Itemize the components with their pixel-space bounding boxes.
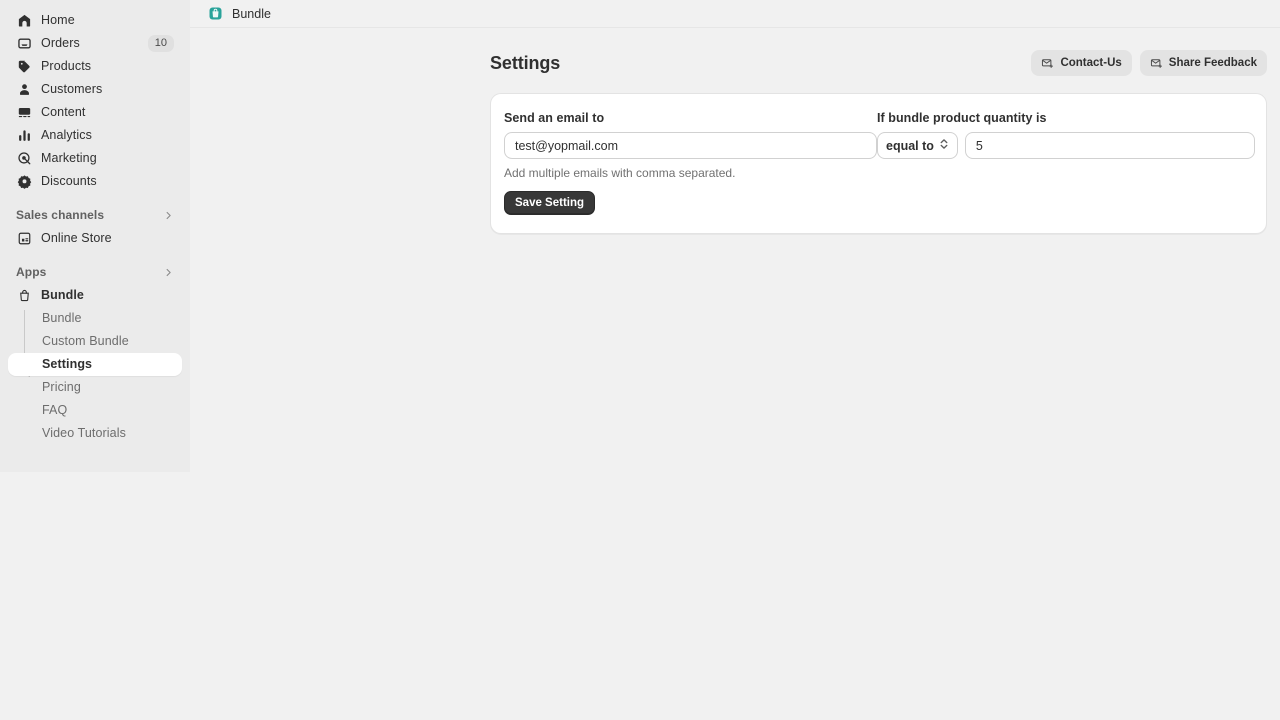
sidebar-subitem-label: Video Tutorials <box>42 426 126 441</box>
sidebar-subitem-pricing[interactable]: Pricing <box>8 376 182 399</box>
topbar: Bundle <box>190 0 1280 28</box>
store-icon <box>16 231 32 247</box>
sidebar-subitem-bundle[interactable]: Bundle <box>8 307 182 330</box>
sidebar-item-marketing[interactable]: Marketing <box>8 147 182 170</box>
envelope-plus-icon <box>1041 57 1054 70</box>
email-settings-column: Send an email to Add multiple emails wit… <box>503 111 877 215</box>
sidebar-subitem-label: Custom Bundle <box>42 334 129 349</box>
sidebar-item-analytics[interactable]: Analytics <box>8 124 182 147</box>
sidebar-item-label: Customers <box>41 82 103 97</box>
sidebar-subitem-settings[interactable]: Settings <box>8 353 182 376</box>
sidebar-subitem-custom-bundle[interactable]: Custom Bundle <box>8 330 182 353</box>
share-feedback-label: Share Feedback <box>1168 57 1257 69</box>
sidebar: Home Orders 10 Products Customers Conten… <box>0 0 190 472</box>
share-feedback-button[interactable]: Share Feedback <box>1139 50 1267 76</box>
sidebar-item-home[interactable]: Home <box>8 9 182 32</box>
sidebar-item-customers[interactable]: Customers <box>8 78 182 101</box>
sidebar-item-bundle-app[interactable]: Bundle <box>8 284 182 307</box>
sidebar-subitem-label: Bundle <box>42 311 82 326</box>
analytics-icon <box>16 128 32 144</box>
orders-icon <box>16 36 32 52</box>
section-header-label: Sales channels <box>16 208 105 222</box>
sidebar-item-label: Online Store <box>41 231 112 246</box>
sidebar-item-label: Home <box>41 13 75 28</box>
sidebar-subitem-faq[interactable]: FAQ <box>8 399 182 422</box>
sidebar-item-label: Products <box>41 59 92 74</box>
email-input[interactable] <box>504 132 877 159</box>
section-header-apps[interactable]: Apps <box>8 261 182 283</box>
email-help-text: Add multiple emails with comma separated… <box>504 166 736 180</box>
sidebar-item-label: Analytics <box>41 128 92 143</box>
quantity-input-row: equal to <box>877 132 1255 159</box>
page-title: Settings <box>490 52 561 73</box>
envelope-plus-icon <box>1150 57 1163 70</box>
page-header: Settings Contact-Us Share Feedback <box>490 50 1267 76</box>
quantity-input[interactable] <box>964 132 1255 159</box>
sidebar-subitem-label: Pricing <box>42 380 81 395</box>
select-caret-icon <box>939 138 949 153</box>
sidebar-item-products[interactable]: Products <box>8 55 182 78</box>
quantity-settings-column: If bundle product quantity is equal to <box>877 111 1255 215</box>
content-icon <box>16 105 32 121</box>
sidebar-item-discounts[interactable]: Discounts <box>8 170 182 193</box>
sidebar-item-label: Discounts <box>41 174 97 189</box>
products-icon <box>16 59 32 75</box>
page-header-actions: Contact-Us Share Feedback <box>1031 50 1267 76</box>
app-root: Home Orders 10 Products Customers Conten… <box>0 0 1280 720</box>
operator-select[interactable]: equal to <box>877 132 958 159</box>
sidebar-item-label: Bundle <box>41 288 84 303</box>
marketing-icon <box>16 151 32 167</box>
discounts-icon <box>16 174 32 190</box>
chevron-right-icon <box>163 210 174 221</box>
section-header-sales-channels[interactable]: Sales channels <box>8 204 182 226</box>
sidebar-item-label: Marketing <box>41 151 97 166</box>
chevron-right-icon <box>163 267 174 278</box>
contact-us-label: Contact-Us <box>1060 57 1122 69</box>
sidebar-subitem-label: Settings <box>42 357 93 372</box>
sidebar-subitem-label: FAQ <box>42 403 68 418</box>
main-content: Settings Contact-Us Share Feedback Send … <box>190 28 1280 720</box>
sidebar-item-online-store[interactable]: Online Store <box>8 227 182 250</box>
operator-select-value: equal to <box>886 138 934 153</box>
shopping-bag-icon <box>16 288 32 304</box>
sidebar-subitem-video-tutorials[interactable]: Video Tutorials <box>8 422 182 445</box>
orders-badge: 10 <box>147 35 174 52</box>
save-setting-button[interactable]: Save Setting <box>504 191 596 215</box>
sidebar-item-orders[interactable]: Orders 10 <box>8 32 182 55</box>
shopping-bag-icon <box>208 6 223 21</box>
sidebar-item-content[interactable]: Content <box>8 101 182 124</box>
topbar-app-title: Bundle <box>232 6 271 21</box>
email-field-label: Send an email to <box>504 111 605 125</box>
sidebar-item-label: Orders <box>41 36 80 51</box>
sidebar-item-label: Content <box>41 105 86 120</box>
settings-card: Send an email to Add multiple emails wit… <box>490 93 1267 234</box>
quantity-field-label: If bundle product quantity is <box>877 111 1047 125</box>
section-header-label: Apps <box>16 265 47 279</box>
contact-us-button[interactable]: Contact-Us <box>1031 50 1132 76</box>
home-icon <box>16 13 32 29</box>
customers-icon <box>16 82 32 98</box>
